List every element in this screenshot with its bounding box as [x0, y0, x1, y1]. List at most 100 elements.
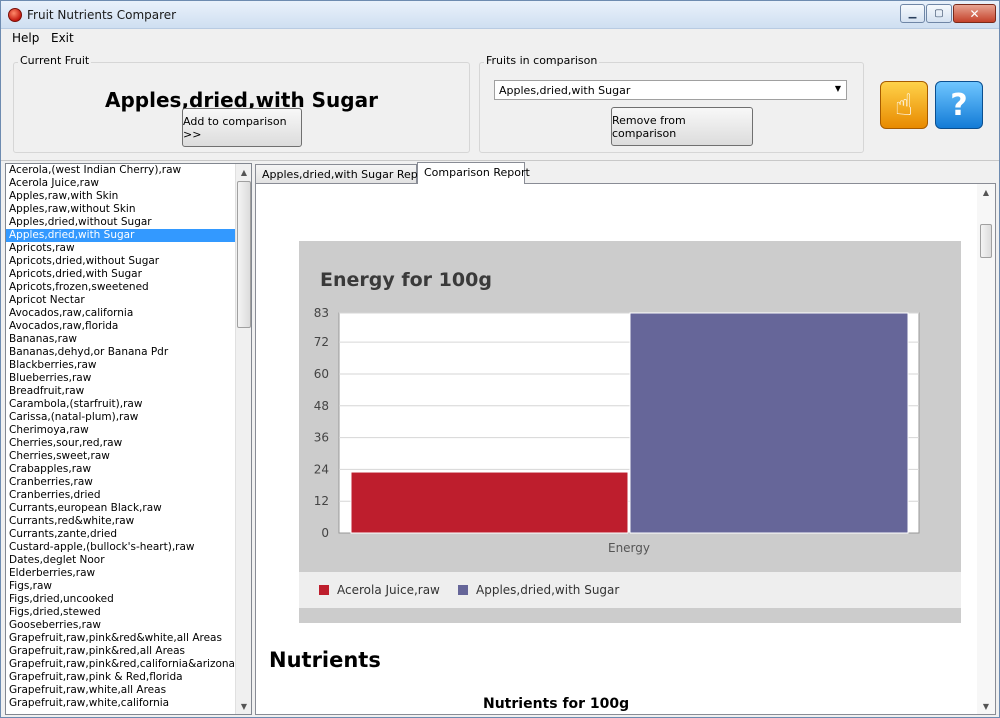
fruit-list-item[interactable]: Grapefruit,raw,white,all Areas: [6, 684, 251, 697]
close-icon: ✕: [969, 6, 980, 21]
current-fruit-label: Current Fruit: [18, 54, 92, 67]
tab-fruit-report[interactable]: Apples,dried,with Sugar Report: [255, 164, 433, 183]
fruit-list-item[interactable]: Gooseberries,raw: [6, 619, 251, 632]
y-tick-label: 12: [314, 494, 329, 508]
fruit-list-item[interactable]: Cherries,sour,red,raw: [6, 437, 251, 450]
fruit-list[interactable]: Acerola,(west Indian Cherry),raw Acerola …: [5, 163, 252, 715]
minimize-button[interactable]: ▁: [900, 4, 925, 23]
fruit-list-item[interactable]: Grapefruit,raw,pink&red,all Areas: [6, 645, 251, 658]
fruit-list-item[interactable]: Cherries,sweet,raw: [6, 450, 251, 463]
fruit-list-item[interactable]: Acerola,(west Indian Cherry),raw: [6, 164, 251, 177]
app-window: Fruit Nutrients Comparer ▁ ▢ ✕ Help Exit…: [0, 0, 1000, 718]
report-content: Energy for 100g 0 12 24 36 48 60 72 83 Energy Ac…: [255, 183, 996, 715]
fruit-list-item[interactable]: Bananas,raw: [6, 333, 251, 346]
legend-item: Apples,dried,with Sugar: [458, 583, 619, 597]
comparison-label: Fruits in comparison: [484, 54, 600, 67]
report-scroll-down-icon[interactable]: ▼: [977, 698, 995, 714]
window-title: Fruit Nutrients Comparer: [27, 8, 177, 22]
fruit-list-item[interactable]: Bananas,dehyd,or Banana Pdr: [6, 346, 251, 359]
nutrients-heading: Nutrients: [269, 648, 381, 672]
fruit-list-item[interactable]: Apples,raw,without Skin: [6, 203, 251, 216]
fruit-list-item[interactable]: Apricots,frozen,sweetened: [6, 281, 251, 294]
menu-exit[interactable]: Exit: [51, 31, 74, 45]
fruit-list-item[interactable]: Blueberries,raw: [6, 372, 251, 385]
scroll-up-icon[interactable]: ▲: [236, 164, 251, 180]
report-scroll-thumb[interactable]: [980, 224, 992, 258]
fruit-list-item[interactable]: Grapefruit,raw,pink&red&white,all Areas: [6, 632, 251, 645]
fruit-list-item[interactable]: Cherimoya,raw: [6, 424, 251, 437]
fruit-list-item[interactable]: Apricots,raw: [6, 242, 251, 255]
maximize-icon: ▢: [934, 8, 944, 19]
add-to-comparison-button[interactable]: Add to comparison >>: [182, 108, 302, 147]
y-tick-label: 72: [314, 335, 329, 349]
comparison-select[interactable]: Apples,dried,with Sugar ▼: [494, 80, 847, 100]
fruit-list-item[interactable]: Dates,deglet Noor: [6, 554, 251, 567]
legend-label: Apples,dried,with Sugar: [476, 583, 620, 597]
energy-chart: Energy for 100g 0 12 24 36 48 60 72 83 Energy Ac…: [299, 241, 961, 623]
fruit-list-item[interactable]: Apples,dried,without Sugar: [6, 216, 251, 229]
fruit-list-item[interactable]: Grapefruit,raw,white,california: [6, 697, 251, 710]
fruit-list-item[interactable]: Elderberries,raw: [6, 567, 251, 580]
fruit-list-scrollbar[interactable]: ▲ ▼: [235, 164, 251, 714]
x-category-label: Energy: [608, 541, 650, 555]
fruit-list-item[interactable]: Currants,red&white,raw: [6, 515, 251, 528]
help-question-icon[interactable]: ?: [935, 81, 983, 129]
app-logo-icon: [8, 8, 22, 22]
fruit-list-item[interactable]: Grapefruit,raw,pink&red,california&arizo…: [6, 658, 251, 671]
maximize-button[interactable]: ▢: [926, 4, 952, 23]
y-tick-label: 0: [321, 526, 329, 540]
top-panel: Current Fruit Apples,dried,with Sugar Ad…: [1, 47, 999, 161]
fruit-list-item[interactable]: Grapefruit,raw,pink & Red,florida: [6, 671, 251, 684]
fruit-list-item[interactable]: Apricots,dried,with Sugar: [6, 268, 251, 281]
remove-from-comparison-button[interactable]: Remove from comparison: [611, 107, 753, 146]
chart-legend: Acerola Juice,raw Apples,dried,with Sugar: [299, 572, 961, 608]
fruit-list-item[interactable]: Figs,raw: [6, 580, 251, 593]
legend-swatch: [458, 585, 468, 595]
y-tick-label: 60: [314, 367, 329, 381]
scroll-down-icon[interactable]: ▼: [236, 698, 251, 714]
fruit-list-item[interactable]: Carambola,(starfruit),raw: [6, 398, 251, 411]
y-tick-label: 83: [314, 306, 329, 320]
current-fruit-group: Current Fruit Apples,dried,with Sugar Ad…: [13, 54, 470, 153]
fruit-list-item[interactable]: Apricots,dried,without Sugar: [6, 255, 251, 268]
fruit-list-item[interactable]: Currants,zante,dried: [6, 528, 251, 541]
tab-comparison-report[interactable]: Comparison Report: [417, 162, 530, 184]
fruit-list-item[interactable]: Figs,dried,stewed: [6, 606, 251, 619]
pointer-hand-icon[interactable]: ☝: [880, 81, 928, 129]
fruit-list-item[interactable]: Cranberries,dried: [6, 489, 251, 502]
chevron-down-icon: ▼: [834, 84, 841, 93]
fruit-list-item[interactable]: Figs,dried,uncooked: [6, 593, 251, 606]
fruit-list-item[interactable]: Apricot Nectar: [6, 294, 251, 307]
fruit-list-item[interactable]: Cranberries,raw: [6, 476, 251, 489]
fruit-list-item[interactable]: Blackberries,raw: [6, 359, 251, 372]
legend-item: Acerola Juice,raw: [319, 583, 440, 597]
menu-bar: Help Exit: [1, 29, 999, 47]
comparison-group: Fruits in comparison Apples,dried,with S…: [479, 54, 864, 153]
fruit-list-item[interactable]: Avocados,raw,california: [6, 307, 251, 320]
legend-label: Acerola Juice,raw: [337, 583, 440, 597]
fruit-list-item[interactable]: Avocados,raw,florida: [6, 320, 251, 333]
fruit-list-item[interactable]: Custard-apple,(bullock's-heart),raw: [6, 541, 251, 554]
chart-plot: 0 12 24 36 48 60 72 83 Energy: [314, 306, 920, 555]
fruit-list-items: Acerola,(west Indian Cherry),raw Acerola …: [6, 164, 251, 710]
close-button[interactable]: ✕: [953, 4, 996, 23]
menu-help[interactable]: Help: [12, 31, 39, 45]
comparison-select-value: Apples,dried,with Sugar: [499, 84, 631, 97]
nutrients-subheading: Nutrients for 100g: [483, 696, 630, 712]
y-tick-label: 36: [314, 431, 329, 445]
fruit-list-item[interactable]: Apples,dried,with Sugar: [6, 229, 251, 242]
report-scroll-up-icon[interactable]: ▲: [977, 184, 995, 200]
legend-swatch: [319, 585, 329, 595]
y-tick-label: 24: [314, 462, 329, 476]
fruit-list-item[interactable]: Currants,european Black,raw: [6, 502, 251, 515]
scroll-thumb[interactable]: [237, 181, 251, 328]
fruit-list-item[interactable]: Acerola Juice,raw: [6, 177, 251, 190]
report-scrollbar[interactable]: ▲ ▼: [977, 184, 995, 714]
y-tick-label: 48: [314, 399, 329, 413]
fruit-list-item[interactable]: Breadfruit,raw: [6, 385, 251, 398]
fruit-list-item[interactable]: Carissa,(natal-plum),raw: [6, 411, 251, 424]
minimize-icon: ▁: [908, 8, 917, 19]
chart-bar: [350, 471, 629, 534]
fruit-list-item[interactable]: Apples,raw,with Skin: [6, 190, 251, 203]
fruit-list-item[interactable]: Crabapples,raw: [6, 463, 251, 476]
